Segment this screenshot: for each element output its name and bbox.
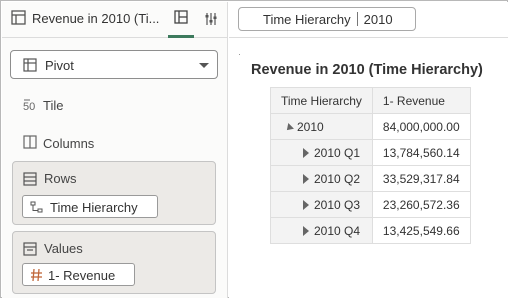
values-icon (23, 242, 37, 259)
collapsed-triangle-icon[interactable] (303, 147, 309, 158)
table-row: 2010 Q3 23,260,572.36 (270, 191, 471, 218)
row-header-2010-q3[interactable]: 2010 Q3 (270, 191, 373, 218)
row-header-label: 2010 Q3 (314, 197, 361, 212)
table-icon (11, 10, 27, 26)
properties-icon (204, 12, 218, 29)
expanded-triangle-icon[interactable] (284, 122, 294, 133)
grammar-panel: Revenue in 2010 (Ti... Pivot 50 Tile Col… (2, 2, 228, 298)
grammar-tab[interactable] (168, 2, 194, 38)
pivot-layout-icon (174, 10, 188, 27)
rows-item-time-hierarchy[interactable]: Time Hierarchy (22, 195, 158, 218)
values-section[interactable]: Values 1- Revenue (12, 231, 216, 294)
collapsed-triangle-icon[interactable] (303, 173, 309, 184)
tile-icon: 50 (23, 98, 39, 115)
rows-icon (23, 172, 37, 189)
row-value: 13,425,549.66 (371, 217, 471, 244)
filter-bar: Time Hierarchy 2010 (229, 2, 508, 38)
canvas-panel: Time Hierarchy 2010 Revenue in 2010 (Time… (229, 2, 508, 298)
values-item-revenue[interactable]: 1- Revenue (22, 263, 135, 286)
table-row: 2010 Q2 33,529,317.84 (270, 165, 471, 192)
svg-text:50: 50 (23, 101, 35, 112)
rows-item-label: Time Hierarchy (50, 200, 138, 215)
table-row: 2010 84,000,000.00 (270, 113, 471, 140)
hierarchy-icon (30, 201, 44, 217)
collapsed-triangle-icon[interactable] (303, 225, 309, 236)
row-header-2010-q2[interactable]: 2010 Q2 (270, 165, 373, 192)
properties-tab[interactable] (198, 2, 224, 38)
visualization-title[interactable]: Revenue in 2010 (Ti... (32, 11, 160, 26)
filter-name: Time Hierarchy (263, 12, 351, 27)
table-row: 2010 Q4 13,425,549.66 (270, 217, 471, 244)
rows-label: Rows (44, 171, 77, 186)
row-header-2010-q4[interactable]: 2010 Q4 (270, 217, 373, 244)
pivot-title: Revenue in 2010 (Time Hierarchy) (251, 62, 483, 78)
columns-icon (23, 135, 37, 152)
row-header-label: 2010 Q2 (314, 171, 361, 186)
rows-section[interactable]: Rows Time Hierarchy (12, 161, 216, 225)
pivot-header-time-hierarchy[interactable]: Time Hierarchy (270, 87, 373, 114)
visualization-type-select[interactable]: Pivot (10, 50, 218, 79)
visualization-type-label: Pivot (45, 58, 74, 73)
collapsed-triangle-icon[interactable] (303, 199, 309, 210)
row-header-label: 2010 Q4 (314, 223, 361, 238)
columns-drop-target[interactable]: Columns (43, 136, 94, 151)
pivot-header-row: Time Hierarchy 1- Revenue (270, 87, 471, 114)
values-label: Values (44, 241, 83, 256)
filter-chip-time-hierarchy[interactable]: Time Hierarchy 2010 (238, 7, 416, 31)
row-header-2010-q1[interactable]: 2010 Q1 (270, 139, 373, 166)
hash-icon (30, 268, 43, 285)
filter-separator (356, 12, 358, 26)
app-window: Revenue in 2010 (Ti... Pivot 50 Tile Col… (0, 0, 508, 298)
chevron-down-icon (199, 63, 209, 68)
values-item-label: 1- Revenue (48, 268, 116, 283)
row-value: 13,784,560.14 (371, 139, 471, 166)
pivot-grid-icon (23, 58, 37, 75)
table-row: 2010 Q1 13,784,560.14 (270, 139, 471, 166)
row-header-label: 2010 (297, 119, 324, 134)
row-value: 33,529,317.84 (371, 165, 471, 192)
filter-value: 2010 (363, 12, 393, 27)
pivot-table: Time Hierarchy 1- Revenue 2010 84,000,00… (270, 87, 471, 244)
canvas-marker (239, 54, 240, 55)
panel-header: Revenue in 2010 (Ti... (2, 2, 228, 38)
row-value: 23,260,572.36 (371, 191, 471, 218)
row-header-2010[interactable]: 2010 (270, 113, 373, 140)
row-header-label: 2010 Q1 (314, 145, 361, 160)
pivot-header-revenue[interactable]: 1- Revenue (371, 87, 471, 114)
tile-drop-target[interactable]: Tile (43, 98, 63, 113)
row-value: 84,000,000.00 (371, 113, 471, 140)
